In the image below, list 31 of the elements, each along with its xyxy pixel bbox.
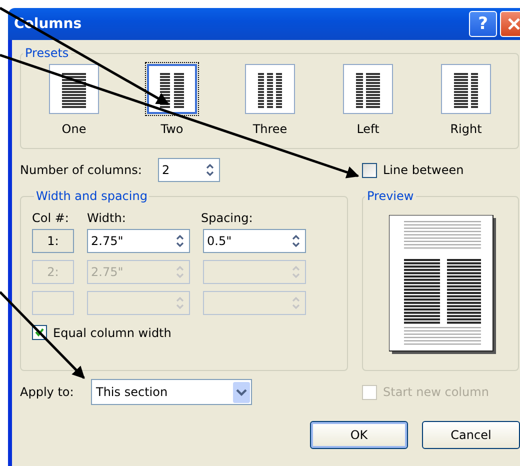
close-icon: [506, 16, 520, 32]
apply-to-dropdown[interactable]: This section: [91, 379, 252, 405]
field-label: Apply to:: [20, 385, 75, 399]
column-header: Col #:: [32, 211, 70, 227]
close-button[interactable]: [500, 11, 520, 37]
column-number: 1:: [32, 229, 74, 253]
dialog-button[interactable]: OK: [310, 421, 408, 449]
preset-button[interactable]: [343, 64, 393, 114]
preset-button[interactable]: [441, 64, 491, 114]
group-title: Presets: [24, 46, 70, 60]
column-header: Width:: [87, 211, 127, 227]
preset-label: Left: [356, 122, 380, 136]
preset-button[interactable]: [245, 64, 295, 114]
group-title: Preview: [366, 189, 415, 203]
dialog-button[interactable]: Cancel: [422, 421, 520, 449]
group-title: Width and spacing: [35, 189, 148, 203]
checkbox[interactable]: [362, 162, 377, 178]
preset-button[interactable]: [147, 64, 197, 114]
checkbox-label: Equal column width: [53, 326, 172, 340]
preset-button[interactable]: [49, 64, 99, 114]
preset-label: Three: [252, 122, 288, 136]
column-header: Spacing:: [201, 211, 253, 227]
checkbox-label: Line between: [383, 163, 464, 177]
field-label: Number of columns:: [20, 163, 143, 177]
preset-label: One: [62, 122, 86, 136]
preset-label: Right: [450, 122, 482, 136]
column-number: 2:: [32, 260, 74, 284]
checkbox-label: Start new column: [383, 385, 489, 399]
check-icon: [34, 327, 45, 338]
preset-label: Two: [160, 122, 184, 136]
help-button[interactable]: ?: [469, 11, 497, 37]
